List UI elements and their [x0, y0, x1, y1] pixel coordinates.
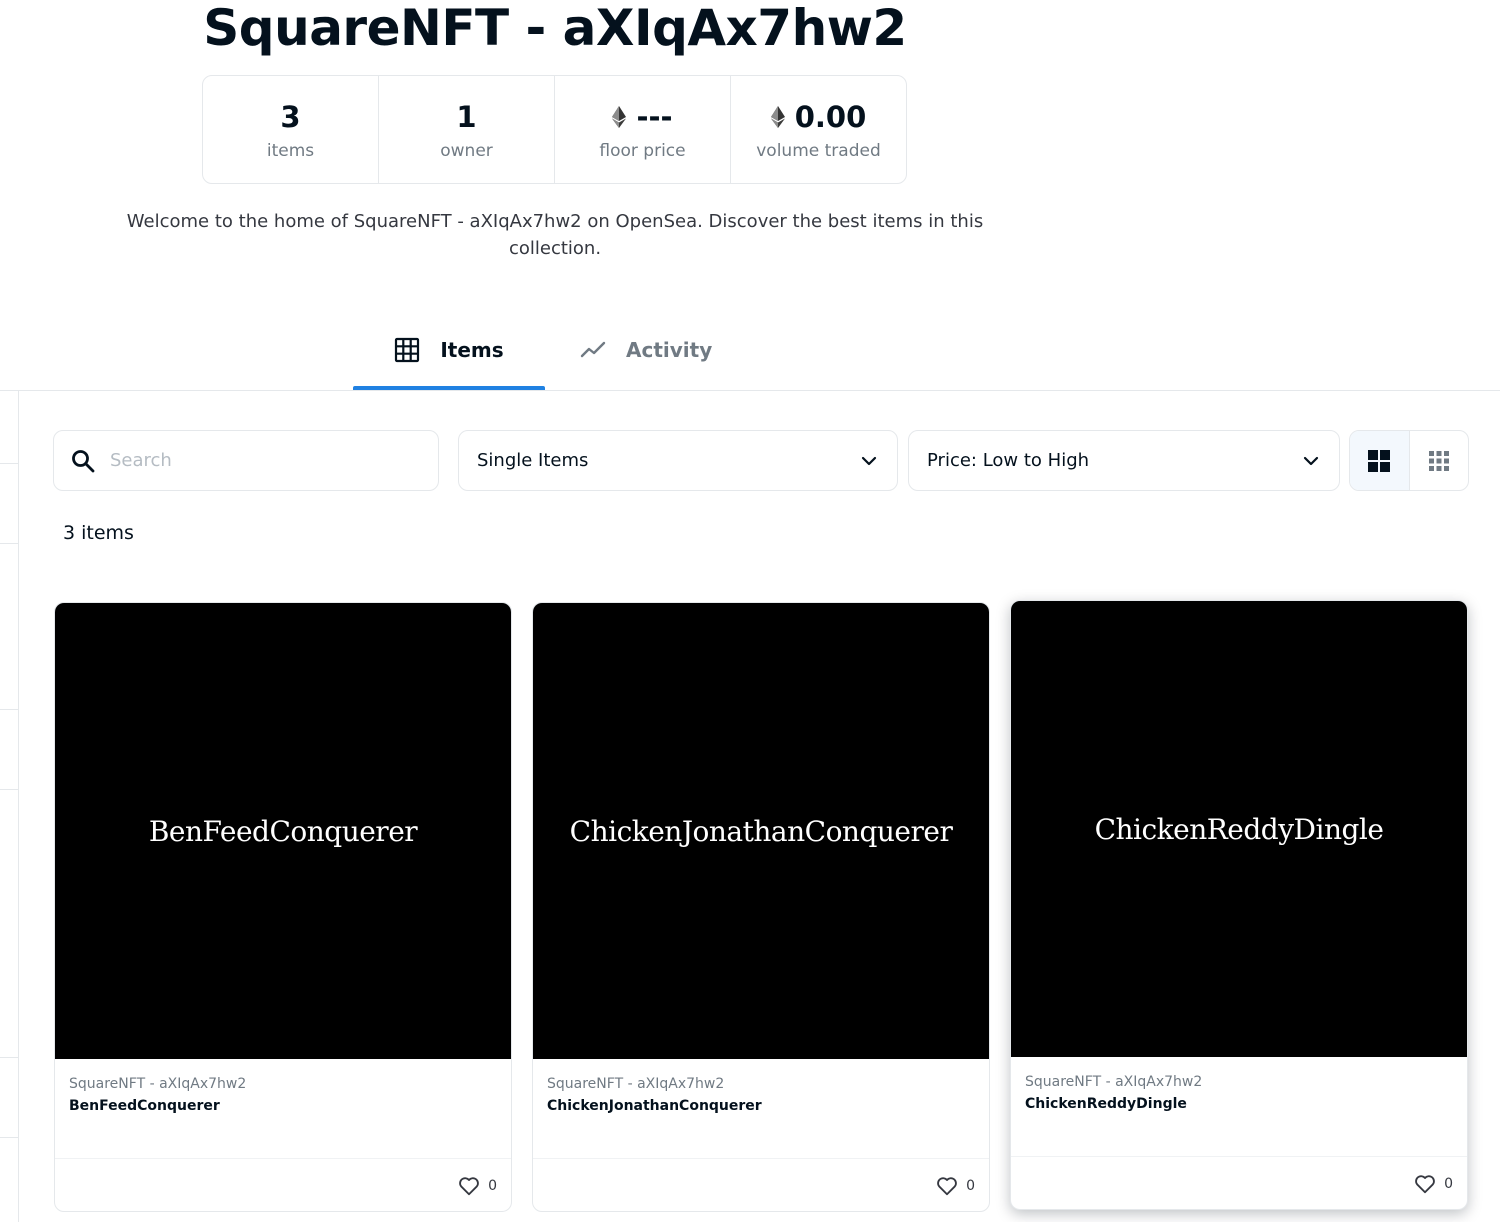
tab-activity-label: Activity	[626, 338, 713, 362]
nft-name: BenFeedConquerer	[69, 1098, 220, 1114]
tab-items-label: Items	[440, 338, 504, 362]
nft-image[interactable]: ChickenReddyDingle	[1011, 601, 1467, 1057]
sort-select[interactable]: Price: Low to High	[908, 430, 1340, 491]
stat-floor-price-value: ---	[636, 99, 673, 134]
stat-owners-value: 1	[456, 99, 477, 134]
results-count: 3 items	[63, 522, 134, 544]
stat-floor-price[interactable]: --- floor price	[555, 76, 731, 183]
item-type-select[interactable]: Single Items	[458, 430, 898, 491]
stat-items[interactable]: 3 items	[203, 76, 379, 183]
stat-items-value: 3	[280, 99, 301, 134]
stat-owners[interactable]: 1 owner	[379, 76, 555, 183]
nft-card[interactable]: ChickenReddyDingle SquareNFT - aXIqAx7hw…	[1010, 600, 1468, 1210]
search-icon	[72, 449, 95, 472]
item-type-select-value: Single Items	[477, 450, 589, 471]
heart-icon[interactable]	[1414, 1173, 1436, 1195]
nft-card[interactable]: BenFeedConquerer SquareNFT - aXIqAx7hw2 …	[54, 602, 512, 1212]
view-toggle	[1349, 430, 1469, 491]
nft-card-footer: 0	[1011, 1157, 1467, 1209]
large-grid-view-button[interactable]	[1350, 431, 1410, 490]
tab-activity[interactable]: Activity	[580, 310, 712, 390]
nft-image-text: BenFeedConquerer	[148, 814, 418, 848]
nft-name: ChickenReddyDingle	[1025, 1096, 1187, 1112]
activity-chart-icon	[580, 341, 606, 358]
ethereum-icon	[770, 105, 785, 128]
nft-image-text: ChickenJonathanConquerer	[569, 814, 953, 848]
heart-icon[interactable]	[458, 1175, 480, 1197]
nft-image[interactable]: ChickenJonathanConquerer	[533, 603, 989, 1059]
ethereum-icon	[612, 105, 627, 128]
like-count: 0	[966, 1178, 975, 1194]
large-grid-icon	[1368, 449, 1391, 472]
heart-icon[interactable]	[936, 1175, 958, 1197]
small-grid-icon	[1428, 450, 1449, 471]
like-count: 0	[488, 1178, 497, 1194]
nft-card-footer: 0	[533, 1159, 989, 1211]
search-input[interactable]	[110, 450, 410, 471]
chevron-down-icon	[861, 456, 877, 465]
collection-tabs: Items Activity	[0, 310, 1500, 391]
nft-image[interactable]: BenFeedConquerer	[55, 603, 511, 1059]
collection-stats: 3 items 1 owner --- floor price 0.00 vol…	[202, 75, 907, 184]
search-box[interactable]	[53, 430, 439, 491]
grid-icon	[395, 337, 420, 363]
like-count: 0	[1444, 1176, 1453, 1192]
collection-description: Welcome to the home of SquareNFT - aXIqA…	[126, 211, 984, 259]
stat-items-label: items	[266, 140, 315, 161]
nft-collection-name[interactable]: SquareNFT - aXIqAx7hw2	[547, 1076, 975, 1092]
nft-collection-name[interactable]: SquareNFT - aXIqAx7hw2	[1025, 1074, 1453, 1090]
small-grid-view-button[interactable]	[1410, 431, 1469, 490]
stat-volume-traded-value: 0.00	[794, 99, 867, 134]
chevron-down-icon	[1303, 456, 1319, 465]
nft-collection-name[interactable]: SquareNFT - aXIqAx7hw2	[69, 1076, 497, 1092]
filter-sidebar-collapsed[interactable]	[0, 391, 19, 1222]
sort-select-value: Price: Low to High	[927, 450, 1090, 471]
stat-volume-traded-label: volume traded	[756, 140, 881, 161]
collection-title: SquareNFT - aXIqAx7hw2	[203, 0, 907, 57]
stat-owners-label: owner	[440, 140, 493, 161]
nft-card[interactable]: ChickenJonathanConquerer SquareNFT - aXI…	[532, 602, 990, 1212]
nft-image-text: ChickenReddyDingle	[1094, 812, 1384, 846]
stat-volume-traded[interactable]: 0.00 volume traded	[731, 76, 906, 183]
tab-items[interactable]: Items	[353, 310, 545, 390]
stat-floor-price-label: floor price	[599, 140, 686, 161]
nft-card-footer: 0	[55, 1159, 511, 1211]
nft-name: ChickenJonathanConquerer	[547, 1098, 762, 1114]
